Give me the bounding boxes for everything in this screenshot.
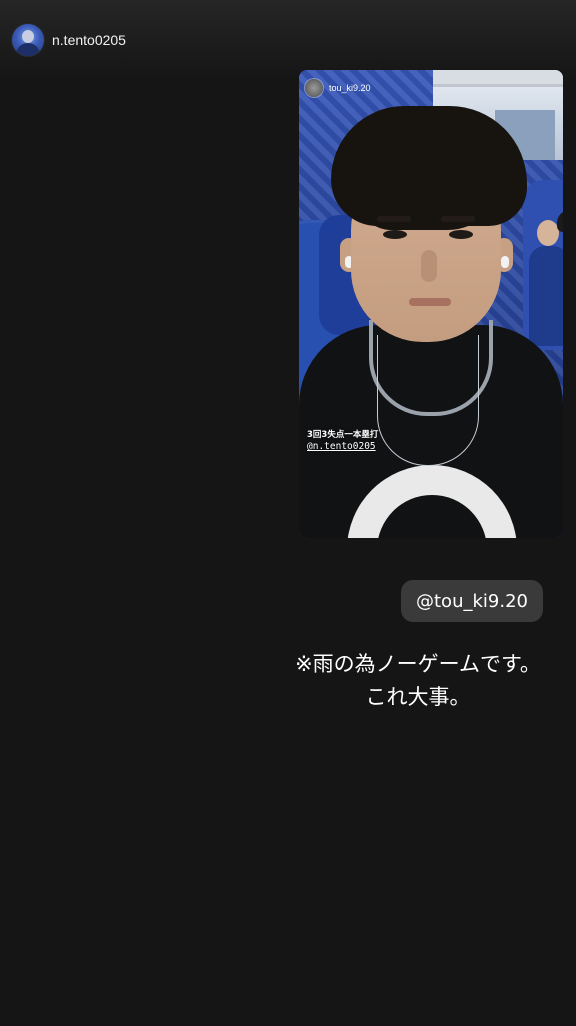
subject-nose: [421, 250, 437, 282]
avatar-face: [22, 30, 34, 43]
shared-story-card[interactable]: tou_ki9.20 3回3失点一本塁打 @n.tento0205: [299, 70, 563, 538]
story-photo-background-person: [525, 200, 563, 350]
subject-brow-left: [377, 216, 411, 222]
story-card-avatar[interactable]: [305, 79, 323, 97]
story-card-header: tou_ki9.20: [305, 78, 371, 98]
subject-brow-right: [441, 216, 475, 222]
story-header: n.tento0205: [12, 24, 126, 56]
subject-eye-left: [383, 230, 407, 239]
bg-person-shoulder: [529, 246, 563, 346]
story-text-overlay: ※雨の為ノーゲームです。 これ大事。: [260, 648, 576, 714]
subject-eye-right: [449, 230, 473, 239]
subject-mouth: [409, 298, 451, 306]
story-text-line-2: これ大事。: [365, 685, 471, 709]
story-card-caption: 3回3失点一本塁打: [307, 430, 379, 440]
bg-person-head: [537, 220, 559, 246]
earbud-right: [501, 256, 509, 268]
mention-sticker[interactable]: @tou_ki9.20: [401, 580, 543, 622]
bg-person-hair: [557, 210, 563, 232]
mention-sticker-label: @tou_ki9.20: [416, 590, 528, 612]
profile-username[interactable]: n.tento0205: [52, 32, 126, 48]
avatar-body: [16, 43, 40, 56]
story-card-username[interactable]: tou_ki9.20: [329, 83, 371, 93]
subject-pendant-chain: [377, 335, 479, 466]
window-frame: [433, 70, 563, 87]
profile-avatar[interactable]: [12, 24, 44, 56]
story-text-line-1: ※雨の為ノーゲームです。: [295, 652, 541, 676]
story-card-mention[interactable]: @n.tento0205: [307, 441, 376, 452]
